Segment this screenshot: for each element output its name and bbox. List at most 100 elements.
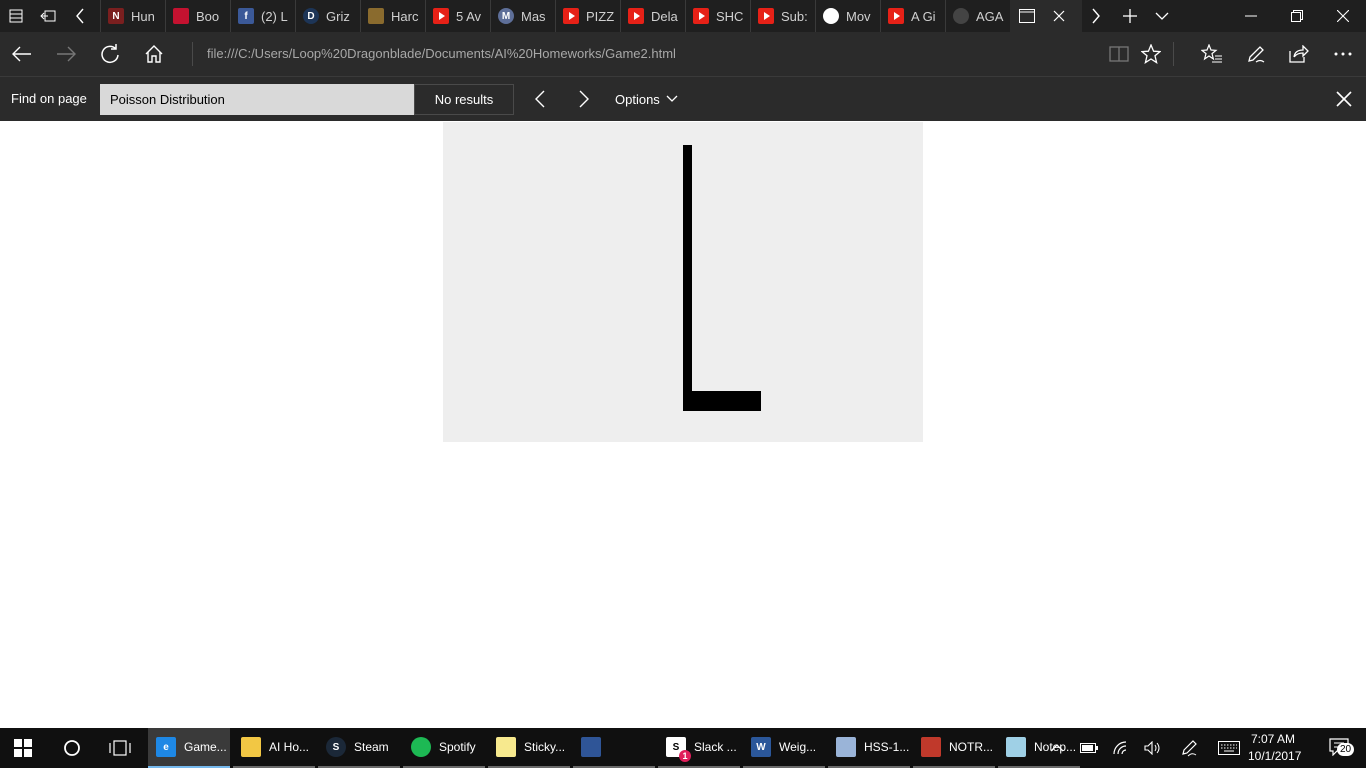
browser-tab-label: Hun — [131, 8, 155, 24]
browser-tab[interactable]: Boo — [165, 0, 230, 32]
clock[interactable]: 7:07 AM 10/1/2017 — [1248, 728, 1301, 768]
url-field[interactable]: file:///C:/Users/Loop%20Dragonblade/Docu… — [207, 32, 676, 76]
battery-button[interactable] — [1074, 728, 1104, 768]
tab-preview-button[interactable] — [0, 0, 32, 32]
action-center-button[interactable]: 20 — [1320, 728, 1360, 768]
browser-tab-label: A Gi — [911, 8, 936, 24]
cortana-circle-icon — [64, 740, 80, 756]
taskbar-app[interactable] — [573, 728, 655, 768]
scroll-tabs-left-button[interactable] — [64, 0, 96, 32]
youtube-icon — [563, 8, 579, 24]
wifi-icon — [1113, 741, 1127, 755]
taskbar-app-label: HSS-1... — [864, 740, 910, 754]
network-button[interactable] — [1106, 728, 1136, 768]
find-options-label: Options — [615, 91, 660, 107]
chevron-right-icon — [1092, 8, 1100, 24]
browser-tab[interactable]: 5 Av — [425, 0, 490, 32]
minimize-icon — [1245, 15, 1257, 17]
set-aside-tabs-button[interactable] — [32, 0, 64, 32]
window-icon — [1019, 9, 1035, 23]
browser-tab[interactable]: AGA — [945, 0, 1010, 32]
browser-tab[interactable]: Sub: — [750, 0, 815, 32]
start-button[interactable] — [0, 728, 48, 768]
browser-tab[interactable]: Mov — [815, 0, 880, 32]
browser-tab-label: 5 Av — [456, 8, 482, 24]
taskbar-app[interactable]: HSS-1... — [828, 728, 910, 768]
back-button[interactable] — [0, 32, 44, 76]
active-tab[interactable] — [1010, 0, 1082, 32]
slack-badge: 1 — [679, 750, 691, 762]
hub-button[interactable] — [1190, 32, 1234, 76]
github-icon — [953, 8, 969, 24]
refresh-button[interactable] — [88, 32, 132, 76]
address-separator — [192, 42, 193, 66]
taskbar-app[interactable]: Sticky... — [488, 728, 570, 768]
browser-tab-label: Mas — [521, 8, 546, 24]
find-next-button[interactable] — [570, 77, 598, 121]
close-window-button[interactable] — [1320, 0, 1366, 32]
new-tab-button[interactable] — [1114, 0, 1146, 32]
close-tab-icon[interactable] — [1053, 10, 1065, 22]
taskbar-app[interactable]: W Weig... — [743, 728, 825, 768]
browser-tab-label: Boo — [196, 8, 220, 24]
game-canvas[interactable] — [443, 122, 923, 442]
taskbar-app[interactable]: AI Ho... — [233, 728, 315, 768]
cortana-button[interactable] — [48, 728, 96, 768]
forward-button[interactable] — [44, 32, 88, 76]
browser-tab[interactable]: N Hun — [100, 0, 165, 32]
minimize-button[interactable] — [1228, 0, 1274, 32]
share-button[interactable] — [1277, 32, 1321, 76]
close-find-button[interactable] — [1330, 77, 1358, 121]
browser-tab-label: Mov — [846, 8, 871, 24]
taskbar-app[interactable]: Spotify — [403, 728, 485, 768]
chevron-right-icon — [579, 90, 589, 108]
speaker-icon — [1144, 741, 1160, 755]
browser-tab[interactable]: Dela — [620, 0, 685, 32]
taskbar-app[interactable]: e Game... — [148, 728, 230, 768]
browser-tab[interactable]: f (2) L — [230, 0, 295, 32]
browser-tab[interactable]: M Mas — [490, 0, 555, 32]
spotify-icon — [411, 737, 431, 757]
taskbar-app[interactable]: NOTR... — [913, 728, 995, 768]
task-view-icon — [109, 740, 131, 756]
browser-tab-label: Dela — [651, 8, 678, 24]
refresh-icon — [101, 44, 119, 64]
plus-icon — [1123, 9, 1137, 23]
youtube-icon — [693, 8, 709, 24]
home-button[interactable] — [132, 32, 176, 76]
touch-keyboard-button[interactable] — [1214, 728, 1244, 768]
tab-preview-icon — [9, 9, 23, 23]
find-input[interactable] — [100, 84, 414, 115]
chevron-up-icon — [1050, 744, 1064, 752]
slack-icon: S1 — [666, 737, 691, 762]
image-viewer-icon — [836, 737, 856, 757]
scroll-tabs-right-button[interactable] — [1080, 0, 1112, 32]
task-view-button[interactable] — [96, 728, 144, 768]
show-hidden-icons-button[interactable] — [1042, 728, 1072, 768]
web-note-button[interactable] — [1234, 32, 1278, 76]
taskbar-app-label: Steam — [354, 740, 389, 754]
browser-tab[interactable]: PIZZ — [555, 0, 620, 32]
taskbar-app[interactable]: S Steam — [318, 728, 400, 768]
volume-button[interactable] — [1138, 728, 1168, 768]
find-options-button[interactable]: Options — [615, 77, 678, 121]
browser-tab[interactable]: D Griz — [295, 0, 360, 32]
more-button[interactable] — [1321, 32, 1365, 76]
chevron-down-icon — [1155, 12, 1169, 20]
restore-button[interactable] — [1274, 0, 1320, 32]
youtube-icon — [628, 8, 644, 24]
chevron-left-icon — [535, 90, 545, 108]
notification-count: 20 — [1337, 743, 1355, 756]
browser-tab[interactable]: A Gi — [880, 0, 945, 32]
home-icon — [145, 45, 163, 63]
taskbar-app[interactable]: S 1 Slack ... — [658, 728, 740, 768]
find-label: Find on page — [11, 91, 87, 106]
pen-workspace-button[interactable] — [1174, 728, 1204, 768]
tab-menu-button[interactable] — [1146, 0, 1178, 32]
l-shape-horizontal-bar — [683, 391, 761, 411]
m-logo-icon: M — [498, 8, 514, 24]
browser-tab[interactable]: Harc — [360, 0, 425, 32]
favorite-button[interactable] — [1129, 32, 1173, 76]
browser-tab[interactable]: SHC — [685, 0, 750, 32]
find-previous-button[interactable] — [526, 77, 554, 121]
